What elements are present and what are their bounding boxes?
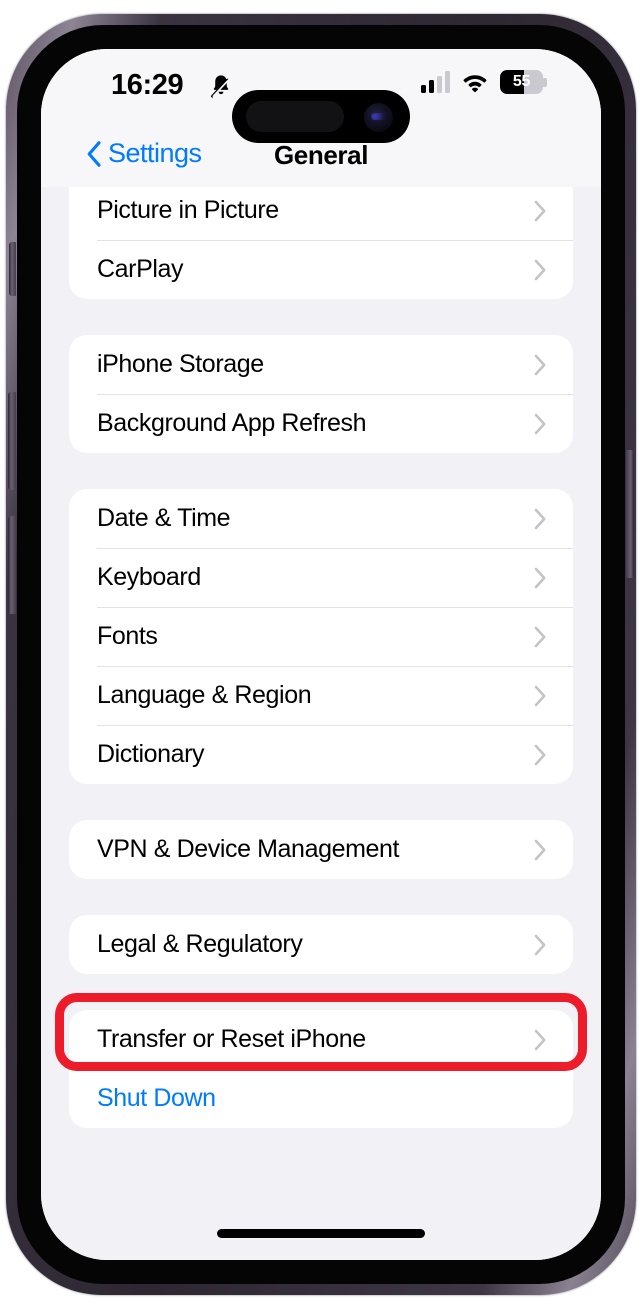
settings-row[interactable]: Shut Down [69,1069,573,1128]
settings-row[interactable]: Language & Region [69,666,573,725]
bell-slash-icon [210,75,231,98]
settings-row[interactable]: Background App Refresh [69,394,573,453]
chevron-right-icon [534,839,546,860]
cellular-signal-icon [421,71,450,93]
settings-row[interactable]: Dictionary [69,725,573,784]
settings-row-label: Language & Region [97,681,312,709]
status-indicators: 55 [421,70,547,94]
settings-group: iPhone Storage Background App Refresh [69,335,573,453]
screen: AirPlay & HandoffPicture in PictureCarPl… [41,49,601,1260]
settings-row[interactable]: Picture in Picture [69,181,573,240]
chevron-right-icon [534,567,546,588]
settings-row-label: iPhone Storage [97,350,264,378]
chevron-right-icon [534,626,546,647]
settings-group: Transfer or Reset iPhone Shut Down [69,1010,573,1128]
highlighted-section: Transfer or Reset iPhone Shut Down [41,993,601,1128]
chevron-right-icon [534,934,546,955]
settings-row-label: Dictionary [97,740,205,768]
chevron-right-icon [534,413,546,434]
settings-row-label: Transfer or Reset iPhone [97,1025,366,1053]
settings-row-label: Legal & Regulatory [97,930,303,958]
settings-row[interactable]: VPN & Device Management [69,820,573,879]
settings-row[interactable]: Transfer or Reset iPhone [69,1010,573,1069]
device-bezel: AirPlay & HandoffPicture in PictureCarPl… [17,25,625,1284]
front-camera-icon [364,103,393,132]
settings-row[interactable]: CarPlay [69,240,573,299]
settings-scroll-view[interactable]: AirPlay & HandoffPicture in PictureCarPl… [41,49,601,1260]
chevron-right-icon [534,1029,546,1050]
volume-down-button[interactable] [8,516,16,614]
settings-row[interactable]: Legal & Regulatory [69,915,573,974]
device-frame: AirPlay & HandoffPicture in PictureCarPl… [6,14,636,1295]
action-button[interactable] [9,242,16,296]
chevron-right-icon [534,685,546,706]
battery-percent: 55 [512,73,531,90]
chevron-right-icon [534,200,546,221]
settings-row-label: VPN & Device Management [97,835,400,863]
settings-row[interactable]: iPhone Storage [69,335,573,394]
battery-icon: 55 [500,70,547,94]
chevron-right-icon [534,508,546,529]
settings-row[interactable]: Date & Time [69,489,573,548]
iphone-device: AirPlay & HandoffPicture in PictureCarPl… [0,0,642,1305]
power-button[interactable] [626,450,634,578]
settings-row-label: Picture in Picture [97,196,279,224]
settings-row[interactable]: Fonts [69,607,573,666]
settings-row-label: Background App Refresh [97,409,367,437]
chevron-right-icon [534,354,546,375]
settings-row[interactable]: Keyboard [69,548,573,607]
settings-row-label: CarPlay [97,255,184,283]
settings-row-label: Fonts [97,622,158,650]
settings-row-label: Shut Down [97,1084,216,1112]
status-time: 16:29 [111,69,184,101]
settings-group: Legal & Regulatory [69,915,573,974]
wifi-icon [463,74,487,92]
dynamic-island[interactable] [232,90,410,143]
page-title: General [273,140,369,170]
settings-row-label: Keyboard [97,563,201,591]
chevron-right-icon [534,744,546,765]
settings-group: VPN & Device Management [69,820,573,879]
volume-up-button[interactable] [8,392,16,490]
settings-group: Date & Time Keyboard Fonts Language & Regio… [69,489,573,784]
home-indicator[interactable] [217,1229,425,1238]
settings-row-label: Date & Time [97,504,231,532]
chevron-right-icon [534,259,546,280]
